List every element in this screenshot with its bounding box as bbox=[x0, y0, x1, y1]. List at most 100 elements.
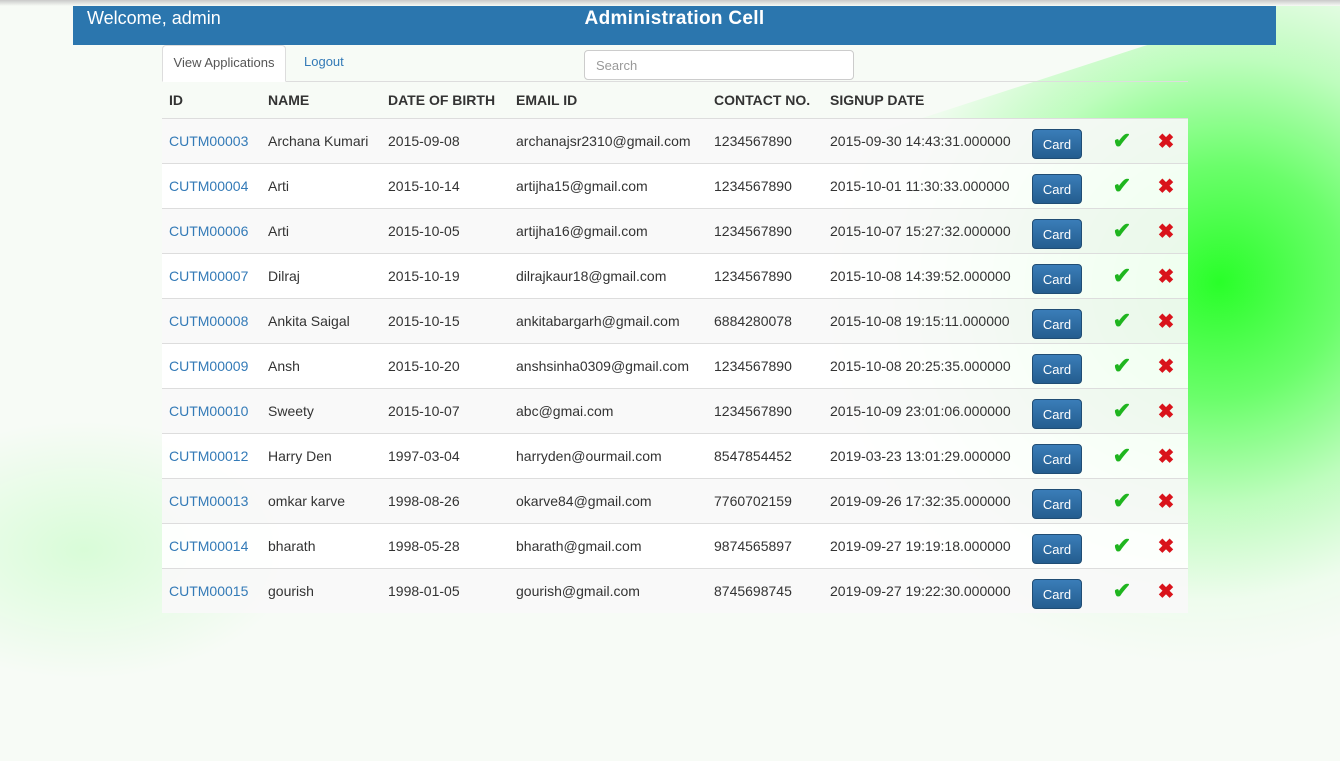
cross-icon[interactable]: ✖ bbox=[1158, 446, 1175, 468]
email-id-cell: okarve84@gmail.com bbox=[509, 478, 707, 524]
search-input[interactable] bbox=[584, 50, 854, 80]
card-button[interactable]: Card bbox=[1032, 264, 1082, 294]
application-id-link-cell: CUTM00003 bbox=[162, 118, 261, 164]
reject-cell: ✖ bbox=[1144, 568, 1188, 613]
application-id-link-cell: CUTM00014 bbox=[162, 523, 261, 569]
card-cell: Card bbox=[1025, 298, 1100, 344]
card-button[interactable]: Card bbox=[1032, 534, 1082, 564]
card-button[interactable]: Card bbox=[1032, 354, 1082, 384]
card-cell: Card bbox=[1025, 478, 1100, 524]
application-id-link[interactable]: CUTM00014 bbox=[169, 538, 248, 554]
cross-icon[interactable]: ✖ bbox=[1158, 581, 1175, 603]
table-row: CUTM00003 Archana Kumari 2015-09-08 archana… bbox=[162, 118, 1188, 164]
column-header-dob: DATE OF BIRTH bbox=[388, 92, 496, 108]
table-row: CUTM00015 gourish 1998-01-05 gourish@gmail.… bbox=[162, 568, 1188, 613]
check-icon[interactable]: ✔ bbox=[1113, 128, 1131, 153]
contact-number: 1234567890 bbox=[714, 403, 792, 419]
application-id-link[interactable]: CUTM00006 bbox=[169, 223, 248, 239]
card-cell: Card bbox=[1025, 433, 1100, 479]
check-icon[interactable]: ✔ bbox=[1113, 398, 1131, 423]
cross-icon[interactable]: ✖ bbox=[1158, 266, 1175, 288]
application-id-link[interactable]: CUTM00003 bbox=[169, 133, 248, 149]
date-of-birth: 2015-10-19 bbox=[388, 268, 460, 284]
card-button[interactable]: Card bbox=[1032, 174, 1082, 204]
check-icon[interactable]: ✔ bbox=[1113, 443, 1131, 468]
signup-date: 2015-10-09 23:01:06.000000 bbox=[830, 403, 1011, 419]
cross-icon[interactable]: ✖ bbox=[1158, 356, 1175, 378]
email-id-cell: harryden@ourmail.com bbox=[509, 433, 707, 479]
header-bar: Welcome, admin Administration Cell bbox=[73, 6, 1276, 45]
application-id-link-cell: CUTM00012 bbox=[162, 433, 261, 479]
date-of-birth: 2015-10-14 bbox=[388, 178, 460, 194]
application-id-link-cell: CUTM00009 bbox=[162, 343, 261, 389]
cross-icon[interactable]: ✖ bbox=[1158, 311, 1175, 333]
signup-date: 2019-03-23 13:01:29.000000 bbox=[830, 448, 1011, 464]
email-id-cell: archanajsr2310@gmail.com bbox=[509, 118, 707, 164]
date-of-birth: 2015-10-05 bbox=[388, 223, 460, 239]
check-icon[interactable]: ✔ bbox=[1113, 218, 1131, 243]
date-of-birth: 2015-10-15 bbox=[388, 313, 460, 329]
signup-date-cell: 2019-09-27 19:19:18.000000 bbox=[823, 523, 1025, 569]
column-header-signup: SIGNUP DATE bbox=[830, 92, 925, 108]
applicant-name-cell: Harry Den bbox=[261, 433, 381, 479]
cross-icon[interactable]: ✖ bbox=[1158, 131, 1175, 153]
card-cell: Card bbox=[1025, 163, 1100, 209]
column-header-card bbox=[1025, 82, 1100, 119]
email-id: gourish@gmail.com bbox=[516, 583, 640, 599]
application-id-link[interactable]: CUTM00004 bbox=[169, 178, 248, 194]
approve-cell: ✔ bbox=[1100, 253, 1144, 299]
applicant-name: Sweety bbox=[268, 403, 314, 419]
cross-icon[interactable]: ✖ bbox=[1158, 536, 1175, 558]
check-icon[interactable]: ✔ bbox=[1113, 533, 1131, 558]
application-id-link[interactable]: CUTM00015 bbox=[169, 583, 248, 599]
date-of-birth: 2015-09-08 bbox=[388, 133, 460, 149]
tab-logout[interactable]: Logout bbox=[304, 45, 344, 80]
approve-cell: ✔ bbox=[1100, 568, 1144, 613]
approve-cell: ✔ bbox=[1100, 343, 1144, 389]
application-id-link[interactable]: CUTM00012 bbox=[169, 448, 248, 464]
applicant-name-cell: Sweety bbox=[261, 388, 381, 434]
email-id: artijha15@gmail.com bbox=[516, 178, 648, 194]
cross-icon[interactable]: ✖ bbox=[1158, 491, 1175, 513]
signup-date: 2019-09-26 17:32:35.000000 bbox=[830, 493, 1011, 509]
card-button[interactable]: Card bbox=[1032, 399, 1082, 429]
application-id-link[interactable]: CUTM00009 bbox=[169, 358, 248, 374]
cross-icon[interactable]: ✖ bbox=[1158, 401, 1175, 423]
reject-cell: ✖ bbox=[1144, 388, 1188, 434]
table-row: CUTM00014 bharath 1998-05-28 bharath@gmail.… bbox=[162, 523, 1188, 569]
check-icon[interactable]: ✔ bbox=[1113, 308, 1131, 333]
cross-icon[interactable]: ✖ bbox=[1158, 221, 1175, 243]
check-icon[interactable]: ✔ bbox=[1113, 173, 1131, 198]
applicant-name: Archana Kumari bbox=[268, 133, 369, 149]
email-id: harryden@ourmail.com bbox=[516, 448, 662, 464]
signup-date-cell: 2015-10-09 23:01:06.000000 bbox=[823, 388, 1025, 434]
card-cell: Card bbox=[1025, 568, 1100, 613]
reject-cell: ✖ bbox=[1144, 343, 1188, 389]
check-icon[interactable]: ✔ bbox=[1113, 488, 1131, 513]
card-cell: Card bbox=[1025, 388, 1100, 434]
contact-number-cell: 6884280078 bbox=[707, 298, 823, 344]
card-button[interactable]: Card bbox=[1032, 489, 1082, 519]
card-button[interactable]: Card bbox=[1032, 129, 1082, 159]
card-button[interactable]: Card bbox=[1032, 444, 1082, 474]
column-header-reject bbox=[1144, 82, 1188, 119]
tab-view-applications[interactable]: View Applications bbox=[162, 45, 286, 82]
application-id-link[interactable]: CUTM00010 bbox=[169, 403, 248, 419]
check-icon[interactable]: ✔ bbox=[1113, 263, 1131, 288]
application-id-link[interactable]: CUTM00007 bbox=[169, 268, 248, 284]
check-icon[interactable]: ✔ bbox=[1113, 578, 1131, 603]
date-of-birth-cell: 2015-10-19 bbox=[381, 253, 509, 299]
contact-number-cell: 9874565897 bbox=[707, 523, 823, 569]
column-header-contact: CONTACT NO. bbox=[714, 92, 811, 108]
card-cell: Card bbox=[1025, 208, 1100, 254]
email-id-cell: artijha15@gmail.com bbox=[509, 163, 707, 209]
card-button[interactable]: Card bbox=[1032, 219, 1082, 249]
application-id-link[interactable]: CUTM00008 bbox=[169, 313, 248, 329]
application-id-link[interactable]: CUTM00013 bbox=[169, 493, 248, 509]
check-icon[interactable]: ✔ bbox=[1113, 353, 1131, 378]
card-button[interactable]: Card bbox=[1032, 309, 1082, 339]
date-of-birth: 1998-05-28 bbox=[388, 538, 460, 554]
cross-icon[interactable]: ✖ bbox=[1158, 176, 1175, 198]
contact-number: 8547854452 bbox=[714, 448, 792, 464]
card-button[interactable]: Card bbox=[1032, 579, 1082, 609]
